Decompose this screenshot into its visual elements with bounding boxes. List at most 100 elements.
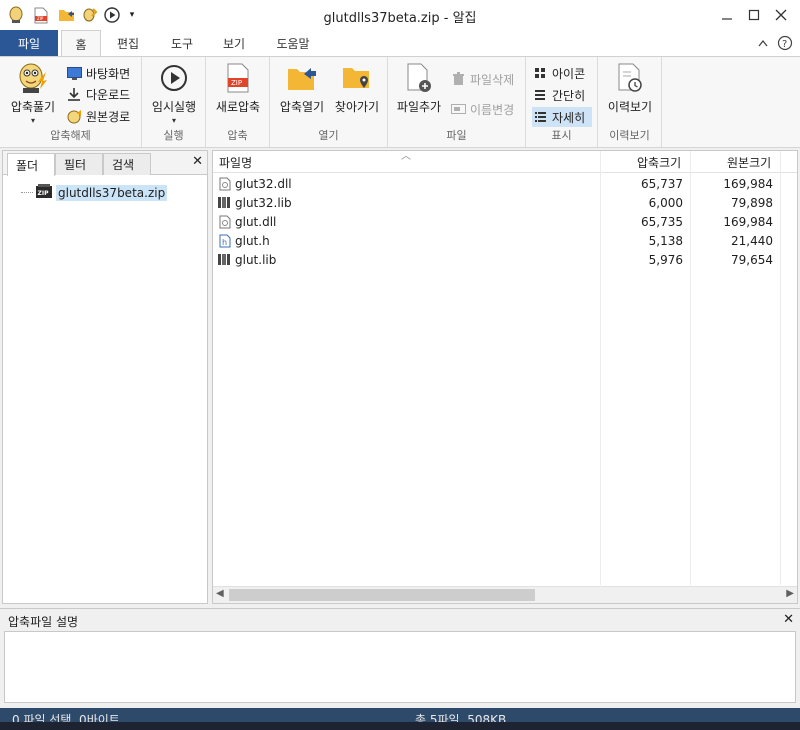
extract-download-button[interactable]: 다운로드 [66,84,130,104]
description-label: 압축파일 설명 [8,615,79,629]
svg-text:ZIP: ZIP [231,79,242,87]
group-label-compress: 압축 [227,129,248,142]
tab-file[interactable]: 파일 [0,30,58,56]
desktop-icon [66,65,82,81]
file-list-header: ︿ 파일명 압축크기 원본크기 [213,151,797,173]
download-icon [66,86,82,102]
close-pane-icon[interactable]: ✕ [192,154,203,169]
header-file-icon: h [218,233,231,248]
horizontal-scrollbar[interactable]: ◀ ▶ [213,586,797,603]
ribbon-tab-row: 파일 홈 편집 도구 보기 도움말 ? [0,30,800,57]
column-header-original[interactable]: 원본크기 [727,151,771,173]
tab-view[interactable]: 보기 [212,30,256,56]
add-file-icon [402,61,436,95]
zip-archive-icon: ZIP [35,183,53,202]
extract-source-path-button[interactable]: 원본경로 [66,106,130,126]
new-archive-button[interactable]: ZIP 새로압축 [212,61,264,115]
svg-text:?: ? [782,39,787,50]
view-detail-button[interactable]: 자세히 [532,107,592,127]
lib-file-icon [218,195,231,210]
locate-folder-icon [340,61,374,95]
view-simple-button[interactable]: 간단히 [532,85,592,105]
tree-root-label: glutdlls37beta.zip [56,184,168,201]
table-row[interactable]: glut32.lib 6,000 79,898 [213,194,797,213]
add-file-button[interactable]: 파일추가 [392,61,446,115]
svg-text:h: h [222,238,227,247]
trash-icon [450,71,466,87]
close-description-icon[interactable]: ✕ [783,612,794,627]
ribbon-group-compress: ZIP 새로압축 압축 [206,57,270,147]
window-title: glutdlls37beta.zip - 알집 [323,11,477,26]
file-name: glut32.lib [235,195,292,210]
packed-size: 65,737 [641,177,683,191]
tree-root-item[interactable]: ZIP glutdlls37beta.zip [21,183,168,202]
description-textarea[interactable] [4,631,796,703]
play-circle-icon [157,61,191,95]
list-icon [532,87,548,103]
packed-size: 65,735 [641,215,683,229]
scroll-left-icon[interactable]: ◀ [216,588,224,599]
open-archive-icon [285,61,319,95]
svg-text:ZIP: ZIP [38,190,50,197]
description-header: 압축파일 설명 ✕ [0,608,800,630]
locate-label: 찾아가기 [334,100,380,114]
ribbon-group-display: 아이콘 간단히 자세히 표시 [526,57,598,147]
ribbon-group-file: 파일추가 파일삭제 이름변경 파일 [388,57,526,147]
tree-connector [21,192,33,193]
tab-filter[interactable]: 필터 [55,153,103,175]
open-archive-button[interactable]: 압축열기 [276,61,328,115]
new-archive-label: 새로압축 [215,100,261,114]
ribbon-group-run: 임시실행 ▾ 실행 [142,57,206,147]
title-bar: ZIP ▾ glutdlls37beta.zip - 알집 [0,0,800,30]
scroll-right-icon[interactable]: ▶ [786,588,794,599]
tab-folder[interactable]: 폴더 [7,153,55,176]
history-label: 이력보기 [607,100,653,114]
file-name: glut.lib [235,252,277,267]
folder-pane-tabs: 폴더 필터 검색 ✕ [3,151,207,176]
original-size: 79,654 [731,253,773,267]
file-name: glut.h [235,233,270,248]
help-icon[interactable]: ? [776,34,794,52]
table-row[interactable]: h glut.h 5,138 21,440 [213,232,797,251]
tab-edit[interactable]: 편집 [106,30,150,56]
sort-ascending-icon: ︿ [401,151,411,162]
tab-search[interactable]: 검색 [103,153,151,175]
tab-tools[interactable]: 도구 [160,30,204,56]
table-row[interactable]: glut32.dll 65,737 169,984 [213,175,797,194]
group-label-file: 파일 [446,129,467,142]
open-archive-label: 압축열기 [279,100,325,114]
new-zip-icon: ZIP [221,61,255,95]
history-button[interactable]: 이력보기 [602,61,658,115]
taskbar-strip [0,722,800,730]
column-header-name[interactable]: 파일명 [219,151,252,173]
ribbon-group-history: 이력보기 이력보기 [598,57,662,147]
ribbon-group-open: 압축열기 찾아가기 열기 [270,57,388,147]
extract-button[interactable]: 압축풀기 ▾ [8,61,58,125]
column-header-packed[interactable]: 압축크기 [637,151,681,173]
table-row[interactable]: glut.dll 65,735 169,984 [213,213,797,232]
extract-desktop-label: 바탕화면 [86,66,131,81]
packed-size: 5,138 [648,234,683,248]
group-label-run: 실행 [163,129,184,142]
group-label-display: 표시 [551,129,572,142]
file-list: ︿ 파일명 압축크기 원본크기 glut32.dll 65,737 169,98… [212,150,798,604]
temp-run-button[interactable]: 임시실행 ▾ [148,61,200,125]
source-path-icon [66,108,82,124]
table-row[interactable]: glut.lib 5,976 79,654 [213,251,797,270]
chevron-down-icon: ▾ [171,116,176,125]
view-icon-button[interactable]: 아이콘 [532,63,592,83]
locate-button[interactable]: 찾아가기 [330,61,384,115]
scrollbar-thumb[interactable] [229,589,535,601]
extract-desktop-button[interactable]: 바탕화면 [66,63,130,83]
file-name: glut32.dll [235,176,292,191]
view-detail-label: 자세히 [552,110,586,125]
rename-button[interactable]: 이름변경 [450,99,514,119]
view-icon-label: 아이콘 [552,66,586,81]
chevron-down-icon: ▾ [30,116,35,125]
close-button[interactable] [764,0,798,30]
collapse-ribbon-icon[interactable] [754,34,772,52]
delete-file-button[interactable]: 파일삭제 [450,69,514,89]
tab-help[interactable]: 도움말 [266,30,320,56]
tab-home[interactable]: 홈 [61,30,101,57]
packed-size: 5,976 [648,253,683,267]
